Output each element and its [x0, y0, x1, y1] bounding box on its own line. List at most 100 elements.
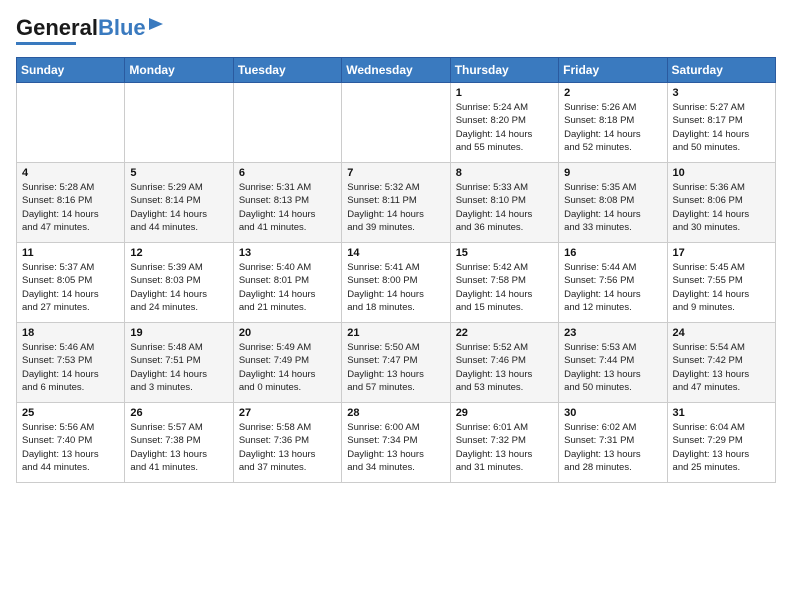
- calendar-cell: 25 Sunrise: 5:56 AM Sunset: 7:40 PM Dayli…: [17, 403, 125, 483]
- calendar-cell: 27 Sunrise: 5:58 AM Sunset: 7:36 PM Dayli…: [233, 403, 341, 483]
- day-info: Sunrise: 6:02 AM Sunset: 7:31 PM Dayligh…: [564, 421, 661, 474]
- day-number: 20: [239, 327, 336, 339]
- day-info: Sunrise: 5:39 AM Sunset: 8:03 PM Dayligh…: [130, 261, 227, 314]
- day-number: 24: [673, 327, 770, 339]
- day-info: Sunrise: 5:41 AM Sunset: 8:00 PM Dayligh…: [347, 261, 444, 314]
- calendar-cell: 26 Sunrise: 5:57 AM Sunset: 7:38 PM Dayli…: [125, 403, 233, 483]
- calendar-cell: 23Sunrise: 5:53 AM Sunset: 7:44 PM Dayli…: [559, 323, 667, 403]
- day-number: 25: [22, 407, 119, 419]
- calendar-cell: 11 Sunrise: 5:37 AM Sunset: 8:05 PM Dayli…: [17, 243, 125, 323]
- day-info: Sunrise: 5:42 AM Sunset: 7:58 PM Dayligh…: [456, 261, 553, 314]
- day-header-friday: Friday: [559, 58, 667, 83]
- day-number: 14: [347, 247, 444, 259]
- day-info: Sunrise: 5:40 AM Sunset: 8:01 PM Dayligh…: [239, 261, 336, 314]
- day-info: Sunrise: 5:35 AM Sunset: 8:08 PM Dayligh…: [564, 181, 661, 234]
- logo-arrow-icon: [149, 16, 165, 32]
- calendar-cell: 2 Sunrise: 5:26 AM Sunset: 8:18 PM Daylig…: [559, 83, 667, 163]
- calendar-cell: 13 Sunrise: 5:40 AM Sunset: 8:01 PM Dayli…: [233, 243, 341, 323]
- day-info: Sunrise: 5:44 AM Sunset: 7:56 PM Dayligh…: [564, 261, 661, 314]
- calendar-week-row: 11 Sunrise: 5:37 AM Sunset: 8:05 PM Dayli…: [17, 243, 776, 323]
- calendar-cell: 7 Sunrise: 5:32 AM Sunset: 8:11 PM Daylig…: [342, 163, 450, 243]
- calendar-cell: [233, 83, 341, 163]
- day-info: Sunrise: 5:54 AM Sunset: 7:42 PM Dayligh…: [673, 341, 770, 394]
- day-info: Sunrise: 5:57 AM Sunset: 7:38 PM Dayligh…: [130, 421, 227, 474]
- calendar-week-row: 1 Sunrise: 5:24 AM Sunset: 8:20 PM Daylig…: [17, 83, 776, 163]
- day-info: Sunrise: 5:52 AM Sunset: 7:46 PM Dayligh…: [456, 341, 553, 394]
- calendar-cell: 24 Sunrise: 5:54 AM Sunset: 7:42 PM Dayli…: [667, 323, 775, 403]
- day-info: Sunrise: 5:45 AM Sunset: 7:55 PM Dayligh…: [673, 261, 770, 314]
- calendar-cell: 30 Sunrise: 6:02 AM Sunset: 7:31 PM Dayli…: [559, 403, 667, 483]
- day-number: 10: [673, 167, 770, 179]
- day-number: 6: [239, 167, 336, 179]
- calendar-cell: 28Sunrise: 6:00 AM Sunset: 7:34 PM Dayli…: [342, 403, 450, 483]
- calendar-cell: 10 Sunrise: 5:36 AM Sunset: 8:06 PM Dayli…: [667, 163, 775, 243]
- calendar-cell: 29 Sunrise: 6:01 AM Sunset: 7:32 PM Dayli…: [450, 403, 558, 483]
- day-info: Sunrise: 5:48 AM Sunset: 7:51 PM Dayligh…: [130, 341, 227, 394]
- day-header-thursday: Thursday: [450, 58, 558, 83]
- calendar-cell: [17, 83, 125, 163]
- day-header-tuesday: Tuesday: [233, 58, 341, 83]
- calendar-cell: 9 Sunrise: 5:35 AM Sunset: 8:08 PM Daylig…: [559, 163, 667, 243]
- calendar-cell: 18 Sunrise: 5:46 AM Sunset: 7:53 PM Dayli…: [17, 323, 125, 403]
- day-info: Sunrise: 5:31 AM Sunset: 8:13 PM Dayligh…: [239, 181, 336, 234]
- calendar-cell: 20 Sunrise: 5:49 AM Sunset: 7:49 PM Dayli…: [233, 323, 341, 403]
- day-number: 30: [564, 407, 661, 419]
- day-info: Sunrise: 5:36 AM Sunset: 8:06 PM Dayligh…: [673, 181, 770, 234]
- day-info: Sunrise: 5:27 AM Sunset: 8:17 PM Dayligh…: [673, 101, 770, 154]
- day-number: 21: [347, 327, 444, 339]
- calendar-cell: 22 Sunrise: 5:52 AM Sunset: 7:46 PM Dayli…: [450, 323, 558, 403]
- day-number: 11: [22, 247, 119, 259]
- day-number: 23: [564, 327, 661, 339]
- day-number: 3: [673, 87, 770, 99]
- day-number: 17: [673, 247, 770, 259]
- calendar-cell: 19 Sunrise: 5:48 AM Sunset: 7:51 PM Dayli…: [125, 323, 233, 403]
- day-info: Sunrise: 5:24 AM Sunset: 8:20 PM Dayligh…: [456, 101, 553, 154]
- day-number: 5: [130, 167, 227, 179]
- day-number: 29: [456, 407, 553, 419]
- day-info: Sunrise: 5:46 AM Sunset: 7:53 PM Dayligh…: [22, 341, 119, 394]
- day-number: 7: [347, 167, 444, 179]
- day-number: 8: [456, 167, 553, 179]
- day-number: 26: [130, 407, 227, 419]
- day-info: Sunrise: 5:56 AM Sunset: 7:40 PM Dayligh…: [22, 421, 119, 474]
- day-number: 9: [564, 167, 661, 179]
- calendar-cell: 17 Sunrise: 5:45 AM Sunset: 7:55 PM Dayli…: [667, 243, 775, 323]
- calendar-cell: 12Sunrise: 5:39 AM Sunset: 8:03 PM Dayli…: [125, 243, 233, 323]
- calendar-cell: 1 Sunrise: 5:24 AM Sunset: 8:20 PM Daylig…: [450, 83, 558, 163]
- day-number: 1: [456, 87, 553, 99]
- day-info: Sunrise: 5:28 AM Sunset: 8:16 PM Dayligh…: [22, 181, 119, 234]
- day-number: 27: [239, 407, 336, 419]
- logo-text: GeneralBlue: [16, 16, 146, 40]
- calendar-cell: [342, 83, 450, 163]
- calendar-table: SundayMondayTuesdayWednesdayThursdayFrid…: [16, 57, 776, 483]
- day-info: Sunrise: 5:58 AM Sunset: 7:36 PM Dayligh…: [239, 421, 336, 474]
- day-number: 2: [564, 87, 661, 99]
- day-info: Sunrise: 5:49 AM Sunset: 7:49 PM Dayligh…: [239, 341, 336, 394]
- day-number: 31: [673, 407, 770, 419]
- calendar-week-row: 18 Sunrise: 5:46 AM Sunset: 7:53 PM Dayli…: [17, 323, 776, 403]
- calendar-cell: [125, 83, 233, 163]
- day-header-sunday: Sunday: [17, 58, 125, 83]
- day-number: 18: [22, 327, 119, 339]
- day-info: Sunrise: 5:29 AM Sunset: 8:14 PM Dayligh…: [130, 181, 227, 234]
- day-info: Sunrise: 5:37 AM Sunset: 8:05 PM Dayligh…: [22, 261, 119, 314]
- day-info: Sunrise: 6:04 AM Sunset: 7:29 PM Dayligh…: [673, 421, 770, 474]
- day-number: 22: [456, 327, 553, 339]
- calendar-cell: 8 Sunrise: 5:33 AM Sunset: 8:10 PM Daylig…: [450, 163, 558, 243]
- day-header-saturday: Saturday: [667, 58, 775, 83]
- day-info: Sunrise: 6:01 AM Sunset: 7:32 PM Dayligh…: [456, 421, 553, 474]
- day-number: 16: [564, 247, 661, 259]
- calendar-cell: 21 Sunrise: 5:50 AM Sunset: 7:47 PM Dayli…: [342, 323, 450, 403]
- day-info: Sunrise: 5:26 AM Sunset: 8:18 PM Dayligh…: [564, 101, 661, 154]
- calendar-cell: 14 Sunrise: 5:41 AM Sunset: 8:00 PM Dayli…: [342, 243, 450, 323]
- calendar-week-row: 4Sunrise: 5:28 AM Sunset: 8:16 PM Daylig…: [17, 163, 776, 243]
- day-info: Sunrise: 5:32 AM Sunset: 8:11 PM Dayligh…: [347, 181, 444, 234]
- header: GeneralBlue: [16, 16, 776, 45]
- day-number: 19: [130, 327, 227, 339]
- day-info: Sunrise: 5:50 AM Sunset: 7:47 PM Dayligh…: [347, 341, 444, 394]
- calendar-cell: 6 Sunrise: 5:31 AM Sunset: 8:13 PM Daylig…: [233, 163, 341, 243]
- day-number: 13: [239, 247, 336, 259]
- day-header-wednesday: Wednesday: [342, 58, 450, 83]
- days-header-row: SundayMondayTuesdayWednesdayThursdayFrid…: [17, 58, 776, 83]
- day-info: Sunrise: 5:33 AM Sunset: 8:10 PM Dayligh…: [456, 181, 553, 234]
